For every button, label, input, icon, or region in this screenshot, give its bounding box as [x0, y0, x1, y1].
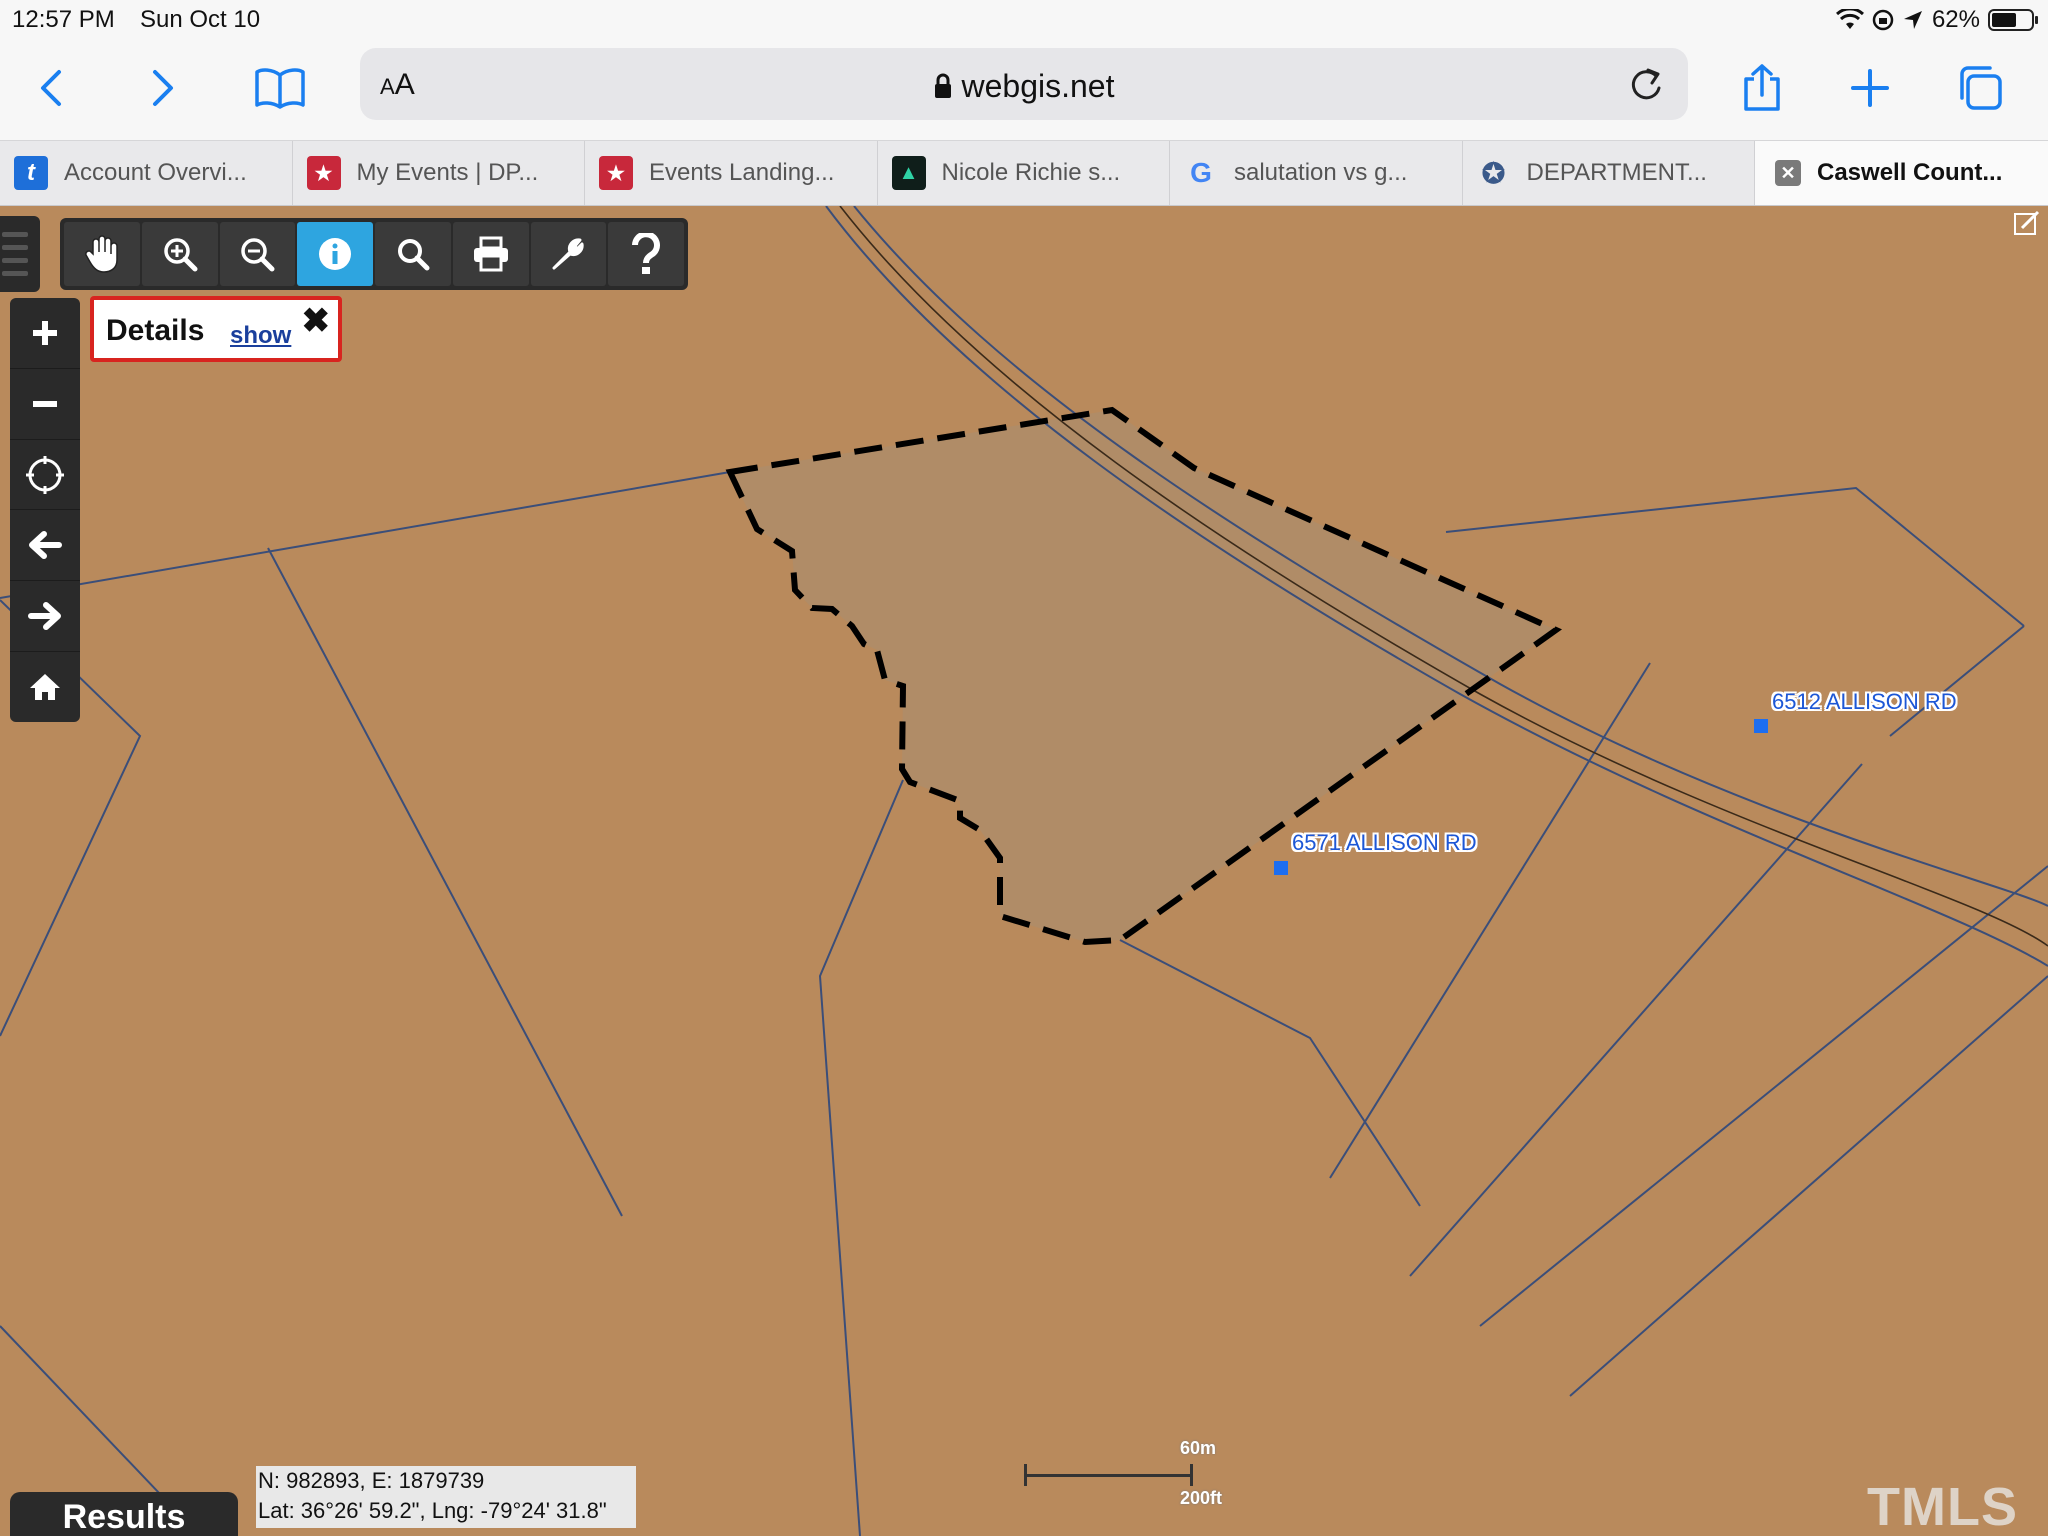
close-icon[interactable]: ✖ — [302, 304, 331, 338]
tab-favicon: ✪ — [1481, 157, 1506, 189]
map-toolbar — [60, 218, 688, 290]
battery-icon — [1988, 9, 2038, 31]
tab-favicon: G — [1190, 157, 1212, 188]
tab-account-overview[interactable]: t Account Overvi... — [0, 141, 293, 205]
tab-label: My Events | DP... — [356, 159, 539, 186]
map-canvas[interactable]: Details show ✖ 6571 ALLISON RD 6512 ALLI… — [0, 206, 2048, 1536]
status-time: 12:57 PM — [12, 6, 115, 33]
map-nav-controls — [10, 298, 80, 722]
status-bar: 12:57 PM Sun Oct 10 62% — [0, 0, 2048, 40]
details-show-link[interactable]: show — [230, 322, 291, 350]
scale-bar: 60m 200ft — [1024, 1438, 1224, 1518]
close-tab-icon[interactable]: ✕ — [1775, 160, 1801, 186]
arrow-right-icon[interactable] — [10, 581, 80, 653]
lock-icon — [934, 73, 951, 98]
parcel-layer — [0, 206, 2048, 1536]
share-icon[interactable] — [1732, 58, 1792, 118]
tab-caswell-county[interactable]: ✕ Caswell Count... — [1755, 141, 2048, 205]
tab-favicon: ★ — [306, 156, 341, 190]
tab-label: salutation vs g... — [1234, 159, 1408, 186]
tmls-watermark: TMLS — [1867, 1477, 2018, 1536]
tab-nicole-richie[interactable]: ▲ Nicole Richie s... — [878, 141, 1170, 205]
tab-favicon: ▲ — [891, 156, 926, 190]
address-label-6571: 6571 ALLISON RD — [1292, 830, 1477, 855]
menu-handle[interactable] — [0, 216, 40, 292]
zoom-in-icon[interactable] — [141, 222, 218, 286]
arrow-left-icon[interactable] — [10, 510, 80, 582]
info-icon[interactable] — [297, 222, 373, 286]
back-icon[interactable] — [22, 58, 82, 118]
battery-percent: 62% — [1931, 6, 1980, 33]
status-date: Sun Oct 10 — [140, 6, 261, 33]
home-icon[interactable] — [10, 652, 80, 722]
minus-icon[interactable] — [10, 369, 80, 440]
details-title: Details — [106, 314, 205, 347]
tabs-overview-icon[interactable] — [1950, 58, 2010, 118]
locate-icon[interactable] — [10, 440, 80, 511]
help-icon[interactable] — [608, 222, 684, 286]
tab-favicon: ★ — [599, 156, 633, 190]
scale-imperial: 200ft — [1180, 1488, 1223, 1508]
forward-icon[interactable] — [132, 58, 192, 118]
tab-my-events[interactable]: ★ My Events | DP... — [293, 141, 585, 205]
status-indicators: 62% — [1835, 6, 2038, 34]
tab-label: DEPARTMENT... — [1526, 159, 1707, 186]
address-label-6512: 6512 ALLISON RD — [1772, 689, 1957, 714]
tab-salutation[interactable]: G salutation vs g... — [1170, 141, 1463, 205]
coordinate-readout: N: 982893, E: 1879739 Lat: 36°26' 59.2",… — [256, 1466, 636, 1528]
tab-label: Events Landing... — [649, 159, 835, 186]
print-icon[interactable] — [452, 222, 529, 286]
plus-icon[interactable] — [10, 298, 80, 369]
search-icon[interactable] — [375, 222, 451, 286]
wifi-icon — [1835, 9, 1864, 29]
address-bar[interactable]: AA webgis.net — [360, 48, 1688, 120]
tab-label: Nicole Richie s... — [941, 159, 1121, 186]
url-text: webgis.net — [961, 68, 1115, 104]
address-point-6512[interactable] — [1754, 719, 1768, 733]
bookmarks-icon[interactable] — [250, 58, 310, 118]
edit-icon[interactable] — [2012, 208, 2042, 238]
results-button[interactable]: Results — [10, 1492, 238, 1536]
tab-department[interactable]: ✪ DEPARTMENT... — [1463, 141, 1755, 205]
coordinate-lat-lng: Lat: 36°26' 59.2", Lng: -79°24' 31.8" — [258, 1498, 607, 1523]
wrench-icon[interactable] — [530, 222, 607, 286]
scale-metric: 60m — [1180, 1438, 1217, 1458]
tab-favicon: t — [14, 156, 48, 190]
tab-label: Account Overvi... — [64, 159, 247, 186]
tab-bar: t Account Overvi... ★ My Events | DP... … — [0, 140, 2048, 206]
orientation-lock-icon — [1872, 9, 1894, 31]
zoom-out-icon[interactable] — [219, 222, 296, 286]
reload-icon[interactable] — [1628, 64, 1664, 104]
details-panel: Details show ✖ — [90, 296, 342, 362]
browser-toolbar: AA webgis.net — [0, 40, 2048, 140]
address-point-6571[interactable] — [1274, 861, 1288, 875]
location-icon — [1903, 11, 1922, 29]
tab-events-landing[interactable]: ★ Events Landing... — [585, 141, 878, 205]
tab-label: Caswell Count... — [1817, 159, 2003, 186]
pan-icon[interactable] — [64, 222, 140, 286]
new-tab-icon[interactable] — [1840, 58, 1900, 118]
coordinate-state-plane: N: 982893, E: 1879739 — [258, 1468, 485, 1493]
selected-parcel-fill — [730, 410, 1556, 942]
